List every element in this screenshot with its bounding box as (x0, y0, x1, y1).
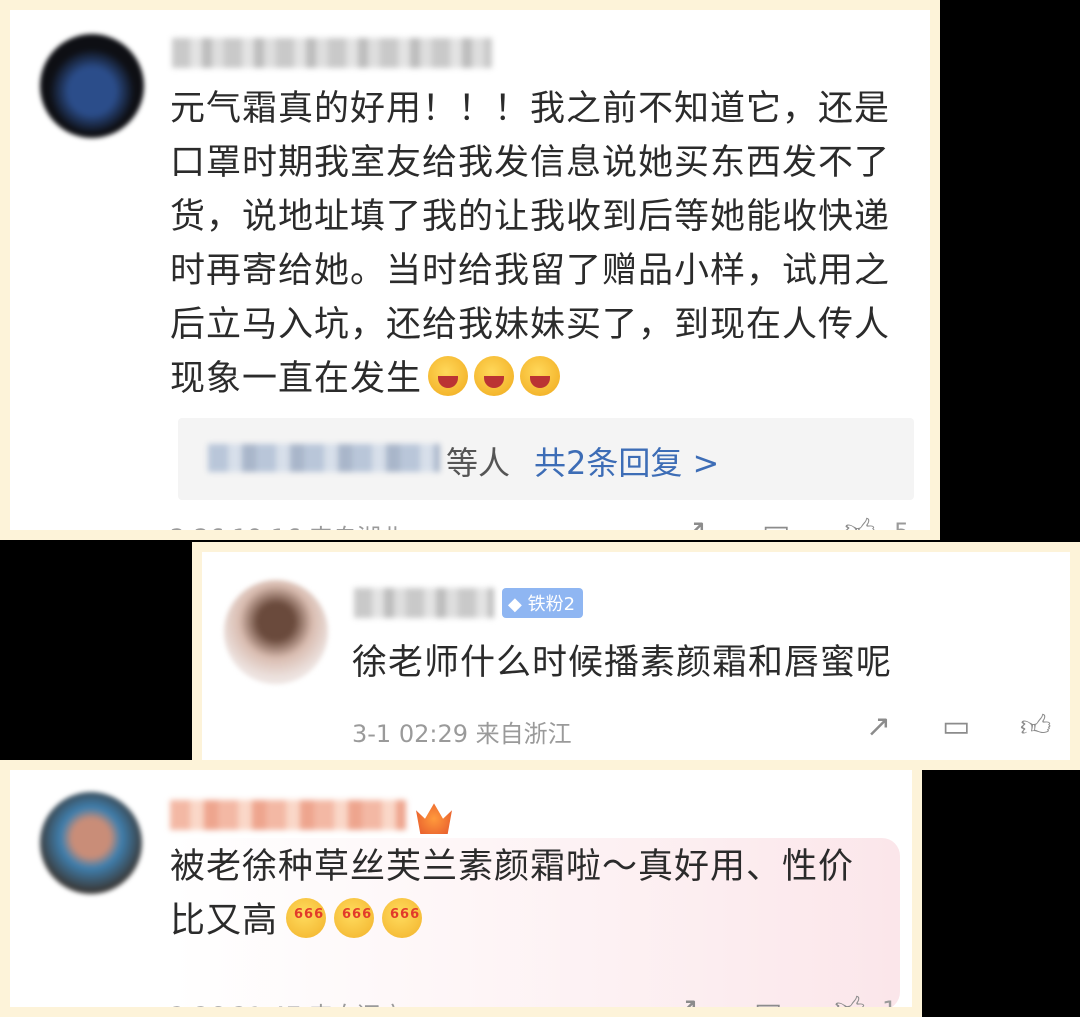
like-count: 5 (894, 518, 910, 540)
avatar[interactable] (224, 580, 328, 684)
comment-text: 徐老师什么时候播素颜霜和唇蜜呢 (352, 643, 893, 683)
username-blurred[interactable] (172, 38, 492, 68)
like-icon[interactable]: 👍︎ (1020, 712, 1051, 742)
comment-card-1: 元气霜真的好用！！！我之前不知道它，还是口罩时期我室友给我发信息说她买东西发不了… (0, 0, 940, 540)
like-icon[interactable]: 👍︎ (834, 994, 865, 1008)
username-blurred[interactable] (354, 588, 494, 618)
666-emoji: 666 (286, 898, 327, 938)
comment-icon[interactable]: ▭ (762, 516, 790, 531)
comment-meta: 2-26 19:16 来自湖北 (170, 524, 405, 540)
avatar[interactable] (40, 34, 144, 138)
comment-card-2: ◆ 铁粉2 徐老师什么时候播素颜霜和唇蜜呢 3-1 02:29 来自浙江 ↗ ▭… (192, 542, 1080, 770)
username-blurred[interactable] (170, 800, 406, 830)
view-replies-link[interactable]: 共2条回复 > (534, 438, 719, 484)
comment-icon[interactable]: ▭ (942, 712, 970, 742)
like-count: 1 (882, 996, 898, 1017)
replier-names-blurred (208, 444, 440, 472)
666-emoji: 666 (334, 898, 375, 938)
share-icon[interactable]: ↗ (682, 516, 707, 531)
comment-card-3: 被老徐种草丝芙兰素颜霜啦～真好用、性价比又高 666 666 666 2-26 21:… (0, 760, 922, 1017)
fan-badge: ◆ 铁粉2 (502, 588, 584, 618)
share-icon[interactable]: ↗ (866, 712, 891, 742)
avatar[interactable] (40, 792, 142, 894)
laugh-emoji (474, 356, 515, 396)
reply-suffix: 等人 (446, 444, 511, 482)
666-emoji: 666 (382, 898, 423, 938)
laugh-emoji (428, 356, 469, 396)
comment-meta: 3-1 02:29 来自浙江 (352, 720, 572, 748)
like-icon[interactable]: 👍︎ (844, 516, 875, 531)
comment-text: 被老徐种草丝芙兰素颜霜啦～真好用、性价比又高 666 666 666 (170, 847, 855, 941)
laugh-emoji (520, 356, 561, 396)
comment-icon[interactable]: ▭ (754, 994, 782, 1008)
vip-crown-icon (416, 803, 452, 834)
comment-text: 元气霜真的好用！！！我之前不知道它，还是口罩时期我室友给我发信息说她买东西发不了… (170, 89, 891, 399)
share-icon[interactable]: ↗ (674, 994, 699, 1008)
comment-meta: 2-26 21:47 来自辽宁 (170, 1002, 405, 1017)
reply-preview[interactable]: 等人 共2条回复 > (178, 418, 914, 500)
